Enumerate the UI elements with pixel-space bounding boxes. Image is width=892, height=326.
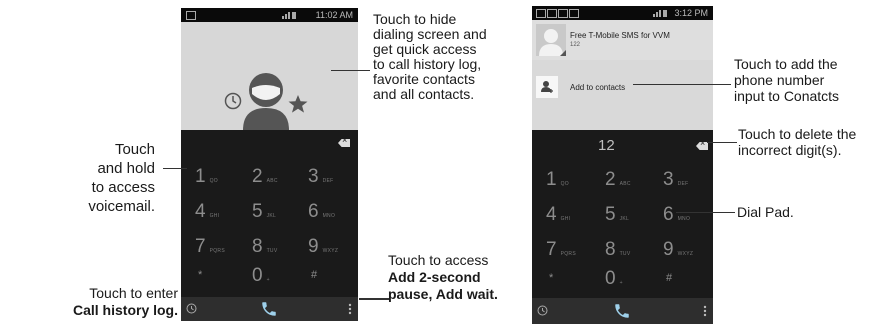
add-to-contacts-row[interactable]: Add to contacts — [532, 74, 713, 102]
callout-line: incorrect digit(s). — [738, 142, 842, 158]
key-0[interactable]: 0 + — [605, 268, 623, 290]
callout-line: Dial Pad. — [737, 204, 794, 220]
call-history-clock-icon[interactable] — [224, 92, 242, 110]
callout-line-bold: Add 2-second — [388, 269, 481, 285]
status-bar: 3:12 PM — [532, 6, 713, 20]
key-3[interactable]: 3 DEF — [308, 166, 333, 188]
call-history-button-icon[interactable] — [537, 305, 548, 316]
leader-line-delete-digit — [707, 142, 737, 143]
dial-call-button-icon[interactable] — [260, 300, 278, 318]
contact-avatar — [536, 24, 566, 56]
callout-line: to access — [91, 179, 155, 196]
callout-call-history: Touch to enter Call history log. — [0, 285, 178, 319]
key-2[interactable]: 2 ABC — [605, 169, 631, 191]
callout-line: and all contacts. — [373, 86, 475, 102]
key-6[interactable]: 6 MNO — [663, 204, 690, 226]
favorites-star-icon[interactable] — [288, 94, 308, 114]
leader-line-hide-dialing — [331, 70, 370, 71]
callout-line: get quick access — [373, 41, 477, 57]
callout-line: Touch to enter — [89, 285, 178, 301]
entered-number: 12 — [598, 137, 615, 154]
key-star[interactable]: * — [198, 269, 202, 281]
notification-icon — [536, 9, 546, 18]
status-time: 3:12 PM — [674, 8, 708, 18]
dial-call-button-icon[interactable] — [613, 302, 631, 320]
callout-line: Touch — [114, 141, 155, 158]
key-7[interactable]: 7 PQRS — [546, 239, 576, 261]
key-1[interactable]: 1 QO — [195, 166, 218, 188]
dial-pad: 12 1QO 2ABC 3DEF 4GHI 5JKL 6MNO 7PQRS 8T… — [532, 130, 713, 298]
callout-line: Touch to add the — [734, 56, 838, 72]
callout-pause-wait: Touch to access Add 2-second pause, Add … — [388, 252, 498, 303]
dial-pad: 1QO 2ABC 3DEF 4GHI 5JKL 6MNO 7PQRS 8TUV … — [181, 130, 358, 297]
notification-icon — [186, 11, 196, 20]
callout-line: input to Conatcts — [734, 88, 840, 104]
callout-hide-dialing: Touch to hide dialing screen and get qui… — [373, 12, 487, 102]
suggestion-title: Free T-Mobile SMS for VVM — [570, 31, 670, 40]
status-time: 11:02 AM — [315, 10, 353, 20]
callout-line: Touch to delete the — [738, 126, 857, 142]
key-star[interactable]: * — [549, 272, 553, 284]
key-hash[interactable]: # — [666, 272, 672, 284]
callout-line: Touch to hide — [373, 11, 457, 27]
add-to-contacts-label: Add to contacts — [570, 83, 626, 92]
callout-line: favorite contacts — [373, 71, 475, 87]
contacts-header-area[interactable] — [181, 22, 358, 130]
callout-dial-pad: Dial Pad. — [737, 204, 794, 220]
contact-suggestion-row[interactable]: Free T-Mobile SMS for VVM 122 — [532, 20, 713, 60]
leader-line-pause-wait — [359, 298, 389, 300]
callout-line: to call history log, — [373, 56, 482, 72]
callout-line-bold: pause, Add wait. — [388, 286, 498, 302]
backspace-icon[interactable] — [696, 142, 708, 150]
key-9[interactable]: 9 WXYZ — [308, 236, 338, 258]
contacts-person-icon[interactable] — [243, 72, 289, 130]
bottom-action-bar — [532, 298, 713, 324]
key-6[interactable]: 6 MNO — [308, 201, 335, 223]
status-bar: 11:02 AM — [181, 8, 358, 22]
callout-line: and hold — [97, 160, 155, 177]
call-history-button-icon[interactable] — [186, 303, 197, 314]
key-8[interactable]: 8 TUV — [252, 236, 277, 258]
key-3[interactable]: 3 DEF — [663, 169, 688, 191]
leader-line-voicemail — [163, 168, 187, 169]
callout-line: dialing screen and — [373, 26, 487, 42]
key-1[interactable]: 1 QO — [546, 169, 569, 191]
callout-voicemail: Touch and hold to access voicemail. — [80, 140, 155, 216]
notification-icon — [558, 9, 568, 18]
leader-line-dial-pad — [676, 212, 735, 213]
key-5[interactable]: 5 JKL — [605, 204, 629, 226]
key-4[interactable]: 4 GHI — [546, 204, 570, 226]
signal-icon — [282, 12, 296, 19]
left-phone-screen: 11:02 AM 1QO 2ABC 3DEF 4GHI 5JKL 6MNO 7P… — [181, 8, 358, 321]
bottom-action-bar — [181, 297, 358, 321]
callout-line: phone number — [734, 72, 825, 88]
callout-delete-digit: Touch to delete the incorrect digit(s). — [738, 126, 856, 158]
suggestion-area: Free T-Mobile SMS for VVM 122 Add to con… — [532, 20, 713, 130]
add-contact-icon-box — [536, 76, 558, 98]
key-5[interactable]: 5 JKL — [252, 201, 276, 223]
key-2[interactable]: 2 ABC — [252, 166, 278, 188]
key-hash[interactable]: # — [311, 269, 317, 281]
overflow-menu-icon[interactable] — [703, 305, 707, 317]
suggestion-subtitle: 122 — [570, 42, 581, 48]
callout-line: Touch to access — [388, 252, 489, 268]
backspace-icon[interactable] — [338, 139, 350, 147]
key-4[interactable]: 4 GHI — [195, 201, 219, 223]
callout-add-contact: Touch to add the phone number input to C… — [734, 56, 839, 104]
callout-line: voicemail. — [88, 198, 155, 215]
key-8[interactable]: 8 TUV — [605, 239, 630, 261]
leader-line-add-contact — [633, 84, 731, 85]
key-9[interactable]: 9 WXYZ — [663, 239, 693, 261]
key-7[interactable]: 7 PQRS — [195, 236, 225, 258]
add-contact-icon — [541, 81, 553, 93]
signal-icon — [653, 10, 667, 17]
key-0[interactable]: 0 + — [252, 265, 270, 287]
notification-icon — [569, 9, 579, 18]
overflow-menu-icon[interactable] — [348, 303, 352, 315]
callout-line-bold: Call history log. — [72, 302, 178, 318]
right-phone-screen: 3:12 PM Free T-Mobile SMS for VVM 122 Ad… — [532, 6, 713, 324]
notification-icon — [547, 9, 557, 18]
